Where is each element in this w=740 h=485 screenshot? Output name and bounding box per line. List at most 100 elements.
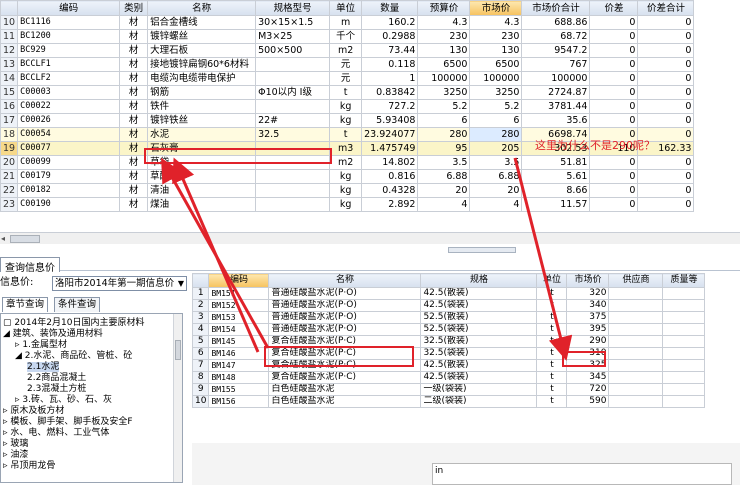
info-col-header-1[interactable]: 编码 bbox=[208, 273, 270, 288]
cell-0[interactable]: 20 bbox=[0, 155, 19, 170]
cell-11[interactable]: 0 bbox=[637, 85, 695, 100]
table-row[interactable]: 1 BM151 普通硅酸盐水泥(P·O) 42.5(散装) t 320 bbox=[191, 287, 706, 300]
cell-1[interactable]: C00077 bbox=[17, 141, 121, 156]
horizontal-scrollbar[interactable]: ◂ bbox=[0, 232, 740, 244]
cell-5[interactable]: m bbox=[329, 15, 363, 30]
col-header-9[interactable]: 市场价合计 bbox=[521, 0, 591, 16]
cell-4[interactable] bbox=[255, 183, 331, 198]
cell-6[interactable]: 0.816 bbox=[361, 169, 419, 184]
cell-0[interactable]: 19 bbox=[0, 141, 19, 156]
cell-0[interactable]: 13 bbox=[0, 57, 19, 72]
cell-11[interactable]: 0 bbox=[637, 57, 695, 72]
tree-node[interactable]: 2.3混凝土方桩 bbox=[27, 384, 86, 394]
cell-10[interactable]: 0 bbox=[589, 85, 639, 100]
tree-node[interactable]: ▹ 水、电、燃料、工业气体 bbox=[3, 428, 109, 438]
cell-7[interactable]: 4 bbox=[417, 197, 471, 212]
cell-2[interactable]: 材 bbox=[119, 29, 149, 44]
cell-6[interactable]: 1.475749 bbox=[361, 141, 419, 156]
cell-7[interactable]: 130 bbox=[417, 43, 471, 58]
info-cell-1[interactable]: BM145 bbox=[208, 335, 270, 348]
col-header-5[interactable]: 单位 bbox=[329, 0, 363, 16]
cell-6[interactable]: 0.4328 bbox=[361, 183, 419, 198]
info-col-header-4[interactable]: 单位 bbox=[536, 273, 568, 288]
info-cell-3[interactable]: 42.5(袋装) bbox=[420, 371, 538, 384]
info-cell-3[interactable]: 32.5(散装) bbox=[420, 335, 538, 348]
cell-7[interactable]: 100000 bbox=[417, 71, 471, 86]
cell-7[interactable]: 4.3 bbox=[417, 15, 471, 30]
cell-0[interactable]: 14 bbox=[0, 71, 19, 86]
info-cell-0[interactable]: 7 bbox=[191, 359, 210, 372]
cell-11[interactable]: 0 bbox=[637, 113, 695, 128]
cell-7[interactable]: 6.88 bbox=[417, 169, 471, 184]
table-row[interactable]: 11 BC1200 材镀锌螺丝 M3×25 千个 0.2988 230 230 68.72 0 0 bbox=[0, 29, 695, 44]
col-header-7[interactable]: 预算价 bbox=[417, 0, 471, 16]
table-row[interactable]: 2 BM152 普通硅酸盐水泥(P·O) 42.5(袋装) t 340 bbox=[191, 299, 706, 312]
cell-8[interactable]: 280 bbox=[469, 127, 523, 142]
col-header-3[interactable]: 名称 bbox=[147, 0, 257, 16]
cell-2[interactable]: 材 bbox=[119, 169, 149, 184]
info-col-header-3[interactable]: 规格 bbox=[420, 273, 538, 288]
cell-5[interactable]: 千个 bbox=[329, 29, 363, 44]
info-cell-2[interactable]: 普通硅酸盐水泥(P·O) bbox=[268, 311, 422, 324]
cell-2[interactable]: 材 bbox=[119, 155, 149, 170]
cell-6[interactable]: 5.93408 bbox=[361, 113, 419, 128]
table-row[interactable]: 17 C00026 材镀锌铁丝 22# kg 5.93408 6 6 35.6 0 0 bbox=[0, 113, 695, 128]
cell-11[interactable]: 0 bbox=[637, 197, 695, 212]
tree-node[interactable]: ▹ 油漆 bbox=[3, 450, 28, 460]
info-cell-6[interactable] bbox=[608, 383, 664, 396]
info-cell-7[interactable] bbox=[662, 347, 706, 360]
cell-11[interactable]: 0 bbox=[637, 29, 695, 44]
cell-10[interactable]: 0 bbox=[589, 29, 639, 44]
cell-5[interactable]: kg bbox=[329, 113, 363, 128]
info-cell-5[interactable]: 325 bbox=[566, 359, 610, 372]
cell-9[interactable]: 8.66 bbox=[521, 183, 591, 198]
info-cell-6[interactable] bbox=[608, 287, 664, 300]
col-header-2[interactable]: 类别 bbox=[119, 0, 149, 16]
info-cell-7[interactable] bbox=[662, 383, 706, 396]
cell-1[interactable]: C00022 bbox=[17, 99, 121, 114]
cell-3[interactable]: 草袋 bbox=[147, 155, 257, 170]
col-header-10[interactable]: 价差 bbox=[589, 0, 639, 16]
cell-6[interactable]: 73.44 bbox=[361, 43, 419, 58]
cell-3[interactable]: 接地镀锌扁钢60*6材料 bbox=[147, 57, 257, 72]
info-cell-4[interactable]: t bbox=[536, 359, 568, 372]
table-row[interactable]: 4 BM154 普通硅酸盐水泥(P·O) 52.5(袋装) t 395 bbox=[191, 323, 706, 336]
table-row[interactable]: 22 C00182 材清油 kg 0.4328 20 20 8.66 0 0 bbox=[0, 183, 695, 198]
cell-1[interactable]: C00026 bbox=[17, 113, 121, 128]
col-header-8[interactable]: 市场价 bbox=[469, 0, 523, 16]
cell-6[interactable]: 23.924077 bbox=[361, 127, 419, 142]
cell-2[interactable]: 材 bbox=[119, 71, 149, 86]
cell-2[interactable]: 材 bbox=[119, 127, 149, 142]
info-cell-0[interactable]: 5 bbox=[191, 335, 210, 348]
cell-4[interactable]: 30×15×1.5 bbox=[255, 15, 331, 30]
cell-2[interactable]: 材 bbox=[119, 57, 149, 72]
cell-3[interactable]: 煤油 bbox=[147, 197, 257, 212]
info-cell-1[interactable]: BM152 bbox=[208, 299, 270, 312]
cell-2[interactable]: 材 bbox=[119, 141, 149, 156]
cell-8[interactable]: 4.3 bbox=[469, 15, 523, 30]
cell-3[interactable]: 水泥 bbox=[147, 127, 257, 142]
cell-5[interactable]: t bbox=[329, 85, 363, 100]
cell-9[interactable]: 11.57 bbox=[521, 197, 591, 212]
tree-expander-icon[interactable]: ◢ bbox=[3, 329, 13, 339]
info-cell-2[interactable]: 普通硅酸盐水泥(P·O) bbox=[268, 299, 422, 312]
cell-3[interactable]: 钢筋 bbox=[147, 85, 257, 100]
tree-node[interactable]: ◢ 2.水泥、商品砼、管桩、砼 bbox=[15, 351, 132, 361]
tree-node[interactable]: ▢ 2014年2月10日国内主要原材料 bbox=[3, 318, 144, 328]
cell-9[interactable]: 35.6 bbox=[521, 113, 591, 128]
chevron-down-icon[interactable]: ▼ bbox=[178, 277, 184, 290]
cell-3[interactable]: 镀锌铁丝 bbox=[147, 113, 257, 128]
tree-expander-icon[interactable]: ◢ bbox=[15, 351, 25, 361]
cell-11[interactable]: 0 bbox=[637, 43, 695, 58]
info-cell-5[interactable]: 340 bbox=[566, 299, 610, 312]
cell-11[interactable]: 0 bbox=[637, 127, 695, 142]
info-cell-2[interactable]: 普通硅酸盐水泥(P·O) bbox=[268, 323, 422, 336]
cell-1[interactable]: BCCLF2 bbox=[17, 71, 121, 86]
cell-0[interactable]: 22 bbox=[0, 183, 19, 198]
cell-11[interactable]: 162.33 bbox=[637, 141, 695, 156]
cell-10[interactable]: 0 bbox=[589, 155, 639, 170]
cell-8[interactable]: 205 bbox=[469, 141, 523, 156]
cell-10[interactable]: 0 bbox=[589, 127, 639, 142]
info-cell-1[interactable]: BM154 bbox=[208, 323, 270, 336]
info-cell-5[interactable]: 310 bbox=[566, 347, 610, 360]
